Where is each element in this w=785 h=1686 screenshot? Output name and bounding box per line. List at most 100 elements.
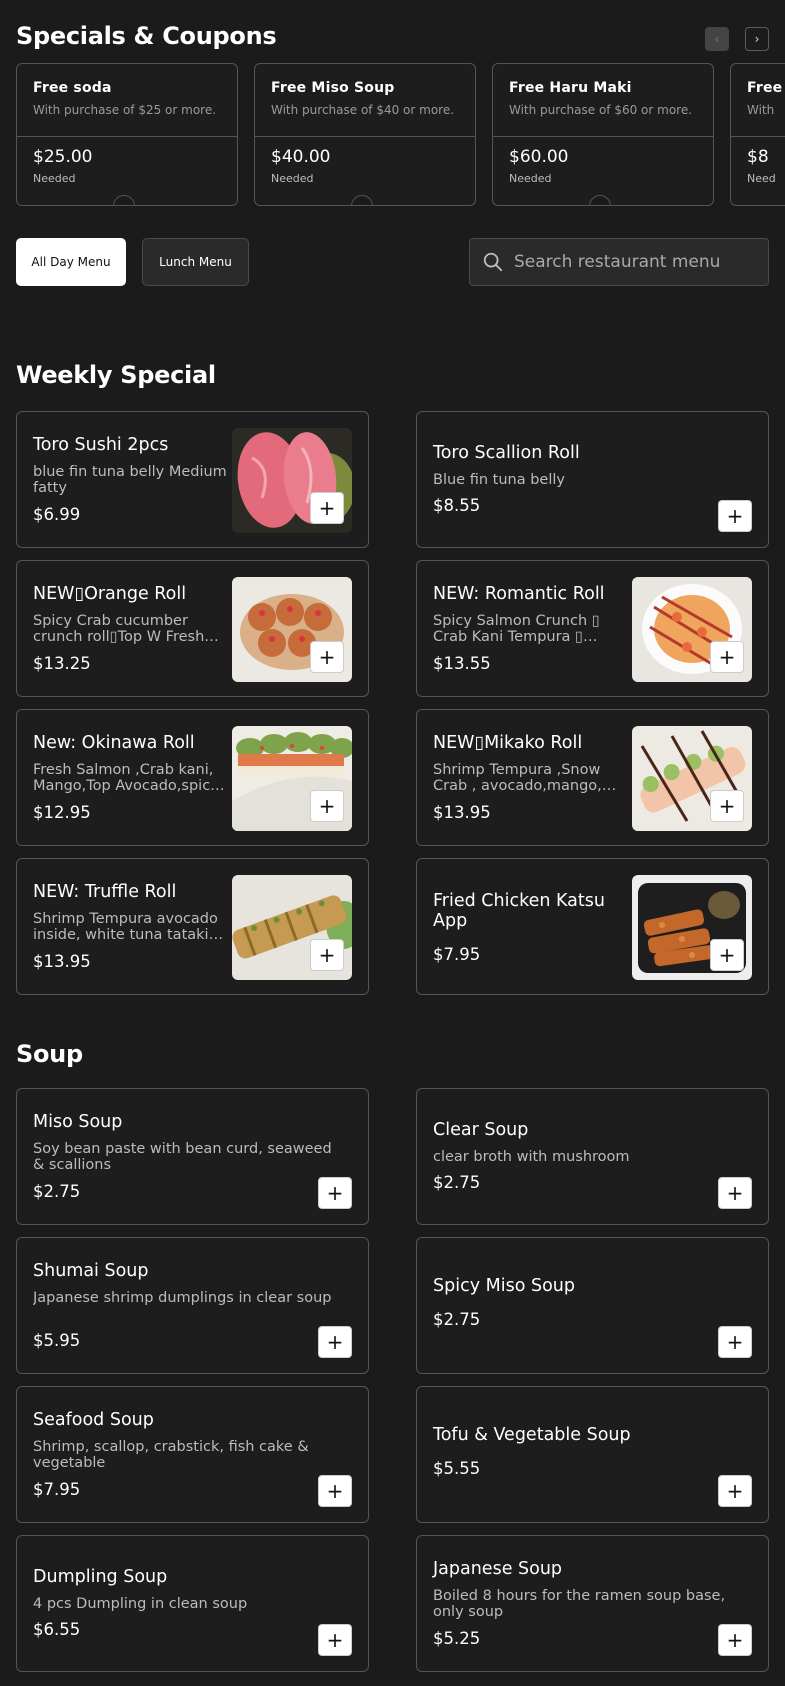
coupon-needed-label: Needed [271, 172, 314, 185]
add-to-cart-button[interactable]: + [710, 641, 744, 673]
menu-item-card[interactable]: Japanese Soup Boiled 8 hours for the rame… [416, 1535, 769, 1672]
add-to-cart-button[interactable]: + [710, 790, 744, 822]
search-icon [483, 252, 503, 272]
plus-icon: + [726, 1628, 744, 1652]
menu-item-price: $5.55 [433, 1459, 481, 1478]
add-to-cart-button[interactable]: + [718, 1177, 752, 1209]
menu-item-price: $8.55 [433, 496, 481, 515]
menu-item-description: Spicy Crab cucumber crunch roll▯Top W Fr… [33, 613, 205, 645]
add-to-cart-button[interactable]: + [318, 1326, 352, 1358]
menu-item-card[interactable]: Seafood Soup Shrimp, scallop, crabstick, … [16, 1386, 369, 1523]
menu-item-price: $6.55 [33, 1620, 81, 1639]
add-to-cart-button[interactable]: + [718, 500, 752, 532]
coupon-condition: With purchase of $25 or more. [33, 103, 217, 117]
coupon-divider [731, 136, 785, 137]
specials-title: Specials & Coupons [16, 22, 277, 50]
plus-icon: + [726, 504, 744, 528]
menu-item-description: Spicy Salmon Crunch ▯ Crab Kani Tempura … [433, 613, 600, 645]
menu-item-name: Spicy Miso Soup [433, 1276, 575, 1296]
plus-icon: + [318, 943, 336, 967]
plus-icon: + [726, 1181, 744, 1205]
add-to-cart-button[interactable]: + [310, 939, 344, 971]
add-to-cart-button[interactable]: + [718, 1475, 752, 1507]
menu-item-price: $13.95 [433, 803, 491, 822]
search-input[interactable] [514, 252, 754, 272]
menu-item-card[interactable]: Miso Soup Soy bean paste with bean curd, … [16, 1088, 369, 1225]
menu-item-card[interactable]: Shumai Soup Japanese shrimp dumplings in … [16, 1237, 369, 1374]
add-to-cart-button[interactable]: + [718, 1624, 752, 1656]
coupon-condition: With purchase of $60 or more. [509, 103, 693, 117]
coupon-condition: With [747, 103, 775, 117]
coupon-divider [17, 136, 237, 137]
menu-item-name: NEW▯Orange Roll [33, 584, 187, 604]
menu-item-card[interactable]: Toro Sushi 2pcs blue fin tuna belly Mediu… [16, 411, 369, 548]
carousel-prev-button[interactable]: ‹ [705, 27, 729, 51]
menu-item-name: Japanese Soup [433, 1559, 563, 1579]
menu-item-card[interactable]: Fried Chicken Katsu App $7.95 + [416, 858, 769, 995]
menu-item-description: clear broth with mushroom [433, 1149, 630, 1165]
menu-item-name: Fried Chicken Katsu App [433, 891, 605, 931]
menu-item-card[interactable]: NEW: Romantic Roll Spicy Salmon Crunch ▯ … [416, 560, 769, 697]
menu-item-name: NEW: Romantic Roll [433, 584, 605, 604]
coupon-amount: $40.00 [271, 147, 331, 167]
menu-item-card[interactable]: NEW▯Mikako Roll Shrimp Tempura ,Snow Crab… [416, 709, 769, 846]
menu-item-price: $13.25 [33, 654, 91, 673]
menu-item-card[interactable]: New: Okinawa Roll Fresh Salmon ,Crab kani… [16, 709, 369, 846]
coupon-needed-label: Need [747, 172, 776, 185]
menu-item-price: $12.95 [33, 803, 91, 822]
coupon-amount: $60.00 [509, 147, 569, 167]
menu-item-description: Japanese shrimp dumplings in clear soup [33, 1290, 332, 1306]
menu-item-card[interactable]: Clear Soup clear broth with mushroom $2.75… [416, 1088, 769, 1225]
search-box[interactable] [469, 238, 769, 286]
coupon-condition: With purchase of $40 or more. [271, 103, 455, 117]
menu-item-price: $7.95 [33, 1480, 81, 1499]
menu-item-description: Soy bean paste with bean curd, seaweed &… [33, 1141, 332, 1173]
menu-item-name: Dumpling Soup [33, 1567, 168, 1587]
section-title-weekly-special: Weekly Special [16, 361, 216, 389]
menu-item-card[interactable]: NEW▯Orange Roll Spicy Crab cucumber crunc… [16, 560, 369, 697]
plus-icon: + [718, 943, 736, 967]
menu-item-description: Shrimp Tempura ,Snow Crab , avocado,mang… [433, 762, 602, 794]
menu-item-price: $5.25 [433, 1629, 481, 1648]
coupon-needed-label: Needed [33, 172, 76, 185]
coupon-amount: $8 [747, 147, 769, 167]
add-to-cart-button[interactable]: + [318, 1624, 352, 1656]
menu-item-card[interactable]: Spicy Miso Soup $2.75 + [416, 1237, 769, 1374]
add-to-cart-button[interactable]: + [310, 492, 344, 524]
coupon-amount: $25.00 [33, 147, 93, 167]
add-to-cart-button[interactable]: + [318, 1475, 352, 1507]
menu-item-price: $13.95 [33, 952, 91, 971]
coupon-title: Free Miso Soup [271, 80, 395, 96]
menu-item-card[interactable]: Toro Scallion Roll Blue fin tuna belly $8.… [416, 411, 769, 548]
add-to-cart-button[interactable]: + [310, 790, 344, 822]
menu-item-card[interactable]: NEW: Truffle Roll Shrimp Tempura avocado … [16, 858, 369, 995]
coupon-card[interactable]: Free With $8 Need [730, 63, 785, 206]
menu-item-name: Toro Scallion Roll [433, 443, 580, 463]
add-to-cart-button[interactable]: + [710, 939, 744, 971]
coupon-notch [113, 195, 135, 205]
coupon-divider [493, 136, 713, 137]
menu-item-card[interactable]: Tofu & Vegetable Soup $5.55 + [416, 1386, 769, 1523]
tab-all-day-menu[interactable]: All Day Menu [16, 238, 126, 286]
coupon-card[interactable]: Free Haru Maki With purchase of $60 or m… [492, 63, 714, 206]
plus-icon: + [726, 1330, 744, 1354]
menu-item-card[interactable]: Dumpling Soup 4 pcs Dumpling in clean sou… [16, 1535, 369, 1672]
coupon-title: Free soda [33, 80, 112, 96]
plus-icon: + [318, 496, 336, 520]
coupon-notch [351, 195, 373, 205]
coupon-card[interactable]: Free Miso Soup With purchase of $40 or m… [254, 63, 476, 206]
add-to-cart-button[interactable]: + [318, 1177, 352, 1209]
add-to-cart-button[interactable]: + [310, 641, 344, 673]
carousel-next-button[interactable]: › [745, 27, 769, 51]
chevron-left-icon: ‹ [714, 32, 720, 46]
menu-item-description: 4 pcs Dumpling in clean soup [33, 1596, 248, 1612]
coupon-card[interactable]: Free soda With purchase of $25 or more. … [16, 63, 238, 206]
coupon-title: Free [747, 80, 783, 96]
tab-lunch-menu[interactable]: Lunch Menu [142, 238, 249, 286]
menu-item-name: Toro Sushi 2pcs [33, 435, 169, 455]
menu-item-price: $7.95 [433, 945, 481, 964]
menu-item-description: blue fin tuna belly Medium fatty [33, 464, 227, 496]
menu-item-price: $6.99 [33, 505, 81, 524]
add-to-cart-button[interactable]: + [718, 1326, 752, 1358]
plus-icon: + [718, 794, 736, 818]
